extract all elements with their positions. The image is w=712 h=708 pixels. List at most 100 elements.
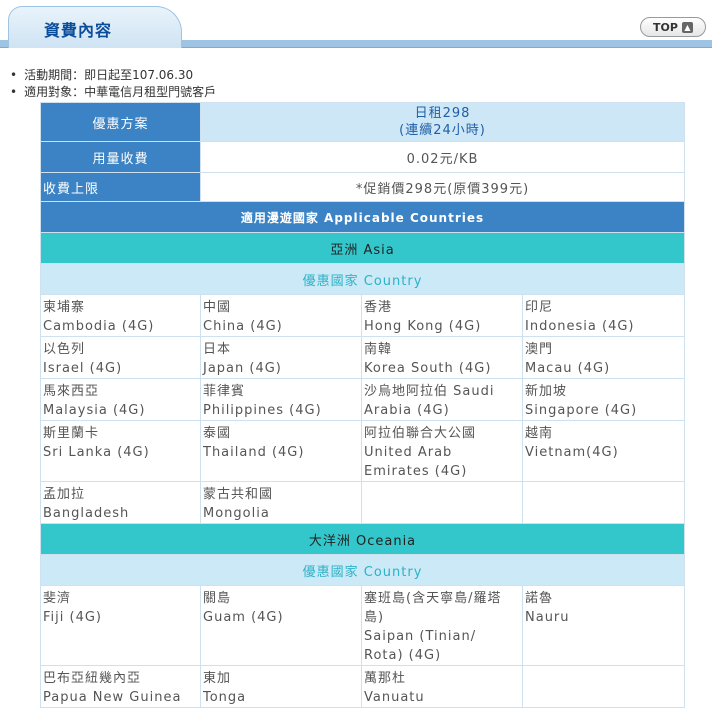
table-row: 斯里蘭卡 Sri Lanka (4G) 泰國 Thailand (4G) 阿拉伯聯合大公… xyxy=(40,420,686,482)
country-cell: 澳門 Macau (4G) xyxy=(521,336,686,379)
country-cell xyxy=(361,481,523,524)
country-name-en: China (4G) xyxy=(203,319,283,334)
country-cell: 沙烏地阿拉伯 Saudi Arabia (4G) xyxy=(361,378,523,421)
country-name-zh: 馬來西亞 xyxy=(43,384,100,399)
country-name-zh: 孟加拉 xyxy=(43,487,86,502)
plan-value-line1: 日租298 xyxy=(414,106,471,121)
country-name-en: Macau (4G) xyxy=(525,361,611,376)
country-cell: 印尼 Indonesia (4G) xyxy=(521,294,686,337)
country-name-en: Sri Lanka (4G) xyxy=(43,445,150,460)
country-name-zh: 柬埔寨 xyxy=(43,300,86,315)
country-cell: 南韓 Korea South (4G) xyxy=(361,336,523,379)
info-list: 活動期間：即日起至107.06.30 適用對象：中華電信月租型門號客戶 xyxy=(10,67,216,101)
country-cell: 斯里蘭卡 Sri Lanka (4G) xyxy=(40,420,201,482)
country-cell: 斐濟 Fiji (4G) xyxy=(40,585,201,666)
top-button[interactable]: TOP ▲ xyxy=(640,17,706,37)
country-name-zh: 阿拉伯聯合大公國 xyxy=(364,426,477,441)
country-name-zh: 諾魯 xyxy=(525,591,554,606)
target-item: 適用對象：中華電信月租型門號客戶 xyxy=(10,84,216,101)
table-row: 孟加拉 Bangladesh 蒙古共和國 Mongolia xyxy=(40,481,686,524)
country-name-en: Tonga xyxy=(203,690,247,705)
country-cell: 以色列 Israel (4G) xyxy=(40,336,201,379)
country-name-zh: 中國 xyxy=(203,300,232,315)
page-title: 資費內容 xyxy=(44,21,113,40)
country-name-en: Thailand (4G) xyxy=(203,445,305,460)
country-name-en: Indonesia (4G) xyxy=(525,319,635,334)
table-row: 柬埔寨 Cambodia (4G) 中國 China (4G) 香港 Hong Kong … xyxy=(40,294,686,337)
plan-value: 日租298 (連續24小時) xyxy=(199,102,686,142)
country-name-zh: 沙烏地阿拉伯 Saudi xyxy=(364,384,495,399)
country-name-en: Guam (4G) xyxy=(203,610,284,625)
country-name-en: Malaysia (4G) xyxy=(43,403,146,418)
country-header: 優惠國家 Country xyxy=(39,554,686,586)
country-cell: 東加 Tonga xyxy=(200,665,362,708)
country-cell: 泰國 Thailand (4G) xyxy=(200,420,362,482)
country-name-en: Nauru xyxy=(525,610,570,625)
country-name-zh: 東加 xyxy=(203,671,232,686)
country-cell: 阿拉伯聯合大公國 United Arab Emirates (4G) xyxy=(361,420,523,482)
region-oceania: 大洋洲 Oceania xyxy=(39,523,686,555)
country-name-zh: 泰國 xyxy=(203,426,232,441)
country-cell: 日本 Japan (4G) xyxy=(200,336,362,379)
country-cell: 關島 Guam (4G) xyxy=(200,585,362,666)
country-name-zh: 以色列 xyxy=(43,342,86,357)
cap-label: 收費上限 xyxy=(40,172,201,202)
country-name-zh: 巴布亞紐幾內亞 xyxy=(43,671,142,686)
country-name-en: United Arab xyxy=(364,445,453,460)
country-name-en: Arabia (4G) xyxy=(364,403,450,418)
country-name-zh: 南韓 xyxy=(364,342,393,357)
country-name-en: Vanuatu xyxy=(364,690,425,705)
table-row: 斐濟 Fiji (4G) 關島 Guam (4G) 塞班島(含天寧島/羅塔 島) Saipa… xyxy=(40,585,686,666)
country-name-en: Fiji (4G) xyxy=(43,610,102,625)
country-name-en: Israel (4G) xyxy=(43,361,123,376)
country-cell: 蒙古共和國 Mongolia xyxy=(200,481,362,524)
country-name-zh: 萬那杜 xyxy=(364,671,407,686)
rate-table: 優惠方案 日租298 (連續24小時) 用量收費 0.02元/KB 收費上限 *… xyxy=(39,102,686,708)
country-name-en: Papua New Guinea xyxy=(43,690,182,705)
country-cell xyxy=(521,481,686,524)
country-name-zh: 澳門 xyxy=(525,342,554,357)
country-name-zh: 斐濟 xyxy=(43,591,72,606)
country-name-en: Bangladesh xyxy=(43,506,130,521)
country-name-zh: 新加坡 xyxy=(525,384,568,399)
table-row: 馬來西亞 Malaysia (4G) 菲律賓 Philippines (4G) 沙烏地阿… xyxy=(40,378,686,421)
country-cell: 柬埔寨 Cambodia (4G) xyxy=(40,294,201,337)
country-name-zh: 塞班島(含天寧島/羅塔 xyxy=(364,591,502,606)
plan-value-line2: (連續24小時) xyxy=(399,123,486,138)
asia-countries: 柬埔寨 Cambodia (4G) 中國 China (4G) 香港 Hong Kong … xyxy=(40,294,686,524)
country-cell: 塞班島(含天寧島/羅塔 島) Saipan (Tinian/Rota) (4G) xyxy=(361,585,523,666)
country-header: 優惠國家 Country xyxy=(39,263,686,295)
country-cell: 馬來西亞 Malaysia (4G) xyxy=(40,378,201,421)
country-name-zh: 菲律賓 xyxy=(203,384,246,399)
country-name-zh: 香港 xyxy=(364,300,393,315)
country-cell: 孟加拉 Bangladesh xyxy=(40,481,201,524)
country-name-zh: 印尼 xyxy=(525,300,554,315)
period-item: 活動期間：即日起至107.06.30 xyxy=(10,67,216,84)
cap-value: *促銷價298元(原價399元) xyxy=(199,172,686,202)
country-name-en: Emirates (4G) xyxy=(364,464,468,479)
country-name-en: Saipan (Tinian/ xyxy=(364,629,477,644)
country-name-en: Hong Kong (4G) xyxy=(364,319,482,334)
applicable-title: 適用漫遊國家 Applicable Countries xyxy=(39,201,686,233)
country-name-en: Rota) (4G) xyxy=(364,648,442,663)
arrow-up-icon: ▲ xyxy=(681,21,693,33)
country-name-en: Japan (4G) xyxy=(203,361,282,376)
country-cell: 越南 Vietnam(4G) xyxy=(521,420,686,482)
country-name-en: Singapore (4G) xyxy=(525,403,638,418)
top-button-label: TOP xyxy=(653,20,678,34)
country-cell xyxy=(521,665,686,708)
country-cell: 巴布亞紐幾內亞 Papua New Guinea xyxy=(40,665,201,708)
region-asia: 亞洲 Asia xyxy=(39,232,686,264)
usage-value: 0.02元/KB xyxy=(199,141,686,173)
country-name-zh: 關島 xyxy=(203,591,232,606)
country-name-en: Vietnam(4G) xyxy=(525,445,619,460)
plan-label: 優惠方案 xyxy=(40,102,201,142)
country-cell: 香港 Hong Kong (4G) xyxy=(361,294,523,337)
country-cell: 新加坡 Singapore (4G) xyxy=(521,378,686,421)
country-name-en: Philippines (4G) xyxy=(203,403,322,418)
country-name-zh: 蒙古共和國 xyxy=(203,487,274,502)
table-row: 以色列 Israel (4G) 日本 Japan (4G) 南韓 Korea South … xyxy=(40,336,686,379)
usage-label: 用量收費 xyxy=(40,141,201,173)
country-name-en: Mongolia xyxy=(203,506,270,521)
oceania-countries: 斐濟 Fiji (4G) 關島 Guam (4G) 塞班島(含天寧島/羅塔 島) Saipa… xyxy=(40,585,686,708)
